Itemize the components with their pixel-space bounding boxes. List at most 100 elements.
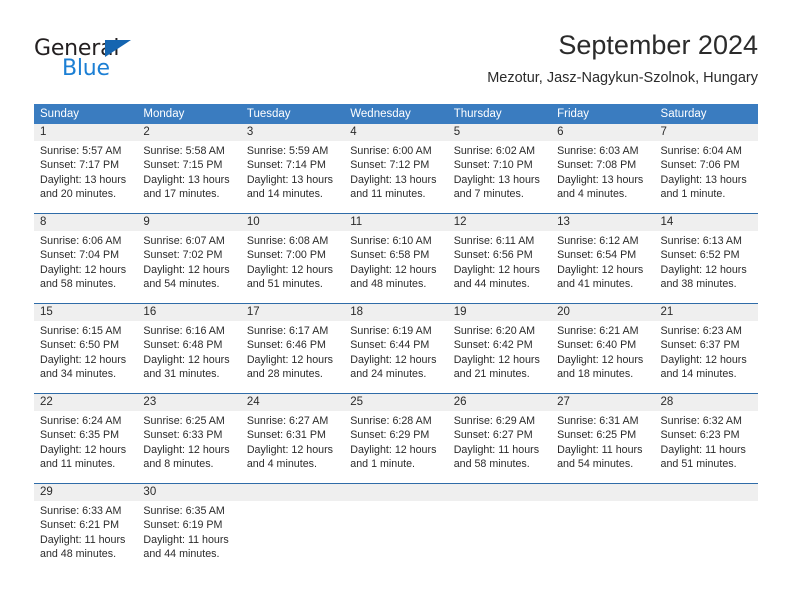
day-cell[interactable]: Sunrise: 6:27 AM Sunset: 6:31 PM Daylight:… (241, 411, 344, 482)
day-cell[interactable]: Sunrise: 6:19 AM Sunset: 6:44 PM Daylight:… (344, 321, 447, 392)
day-cell[interactable]: Sunrise: 6:07 AM Sunset: 7:02 PM Daylight:… (137, 231, 240, 302)
day-cell[interactable]: Sunrise: 6:21 AM Sunset: 6:40 PM Daylight:… (551, 321, 654, 392)
day-number[interactable]: 20 (551, 304, 654, 321)
day-number[interactable]: 1 (34, 124, 137, 141)
day-number[interactable]: 14 (655, 214, 758, 231)
day-cell[interactable]: Sunrise: 6:03 AM Sunset: 7:08 PM Daylight:… (551, 141, 654, 212)
day-cell[interactable]: Sunrise: 6:17 AM Sunset: 6:46 PM Daylight:… (241, 321, 344, 392)
day-number[interactable]: 21 (655, 304, 758, 321)
day-number-empty (551, 484, 654, 501)
day-cell[interactable]: Sunrise: 6:20 AM Sunset: 6:42 PM Daylight:… (448, 321, 551, 392)
day-number[interactable]: 30 (137, 484, 240, 501)
sunrise-text: Sunrise: 6:03 AM (557, 145, 639, 157)
sunrise-text: Sunrise: 6:07 AM (143, 235, 225, 247)
sunset-text: Sunset: 7:04 PM (40, 249, 120, 262)
day-cell[interactable]: Sunrise: 6:33 AM Sunset: 6:21 PM Daylight:… (34, 501, 137, 572)
day-cell[interactable]: Sunrise: 6:16 AM Sunset: 6:48 PM Daylight:… (137, 321, 240, 392)
sunset-text: Sunset: 6:40 PM (557, 339, 637, 352)
day-cell[interactable]: Sunrise: 6:24 AM Sunset: 6:35 PM Daylight:… (34, 411, 137, 482)
day-cell[interactable]: Sunrise: 6:06 AM Sunset: 7:04 PM Daylight:… (34, 231, 137, 302)
day-cell[interactable]: Sunrise: 6:31 AM Sunset: 6:25 PM Daylight:… (551, 411, 654, 482)
day-number[interactable]: 16 (137, 304, 240, 321)
day-number[interactable]: 24 (241, 394, 344, 411)
daylight-text-line1: Daylight: 11 hours (40, 533, 126, 546)
day-cell[interactable]: Sunrise: 5:58 AM Sunset: 7:15 PM Daylight:… (137, 141, 240, 212)
general-blue-logo: General Blue (34, 36, 214, 92)
sunrise-text: Sunrise: 6:16 AM (143, 325, 225, 337)
day-cell[interactable]: Sunrise: 6:02 AM Sunset: 7:10 PM Daylight:… (448, 141, 551, 212)
day-cell[interactable]: Sunrise: 6:00 AM Sunset: 7:12 PM Daylight:… (344, 141, 447, 212)
daylight-text-line2: and 44 minutes. (143, 548, 220, 561)
day-number[interactable]: 7 (655, 124, 758, 141)
title-block: September 2024 Mezotur, Jasz-Nagykun-Szo… (487, 28, 758, 89)
day-cell[interactable]: Sunrise: 6:15 AM Sunset: 6:50 PM Daylight:… (34, 321, 137, 392)
sunset-text: Sunset: 6:42 PM (453, 339, 533, 352)
day-number[interactable]: 13 (551, 214, 654, 231)
day-number[interactable]: 9 (137, 214, 240, 231)
day-cell[interactable]: Sunrise: 6:10 AM Sunset: 6:58 PM Daylight:… (344, 231, 447, 302)
day-number[interactable]: 12 (448, 214, 551, 231)
sunset-text: Sunset: 7:15 PM (143, 159, 223, 172)
day-number[interactable]: 3 (241, 124, 344, 141)
daylight-text-line2: and 14 minutes. (246, 188, 323, 201)
day-number[interactable]: 27 (551, 394, 654, 411)
sunrise-text: Sunrise: 6:10 AM (350, 235, 432, 247)
sunrise-text: Sunrise: 6:27 AM (246, 415, 329, 427)
daylight-text-line1: Daylight: 13 hours (350, 173, 437, 186)
sunset-text: Sunset: 6:54 PM (557, 249, 637, 262)
day-number[interactable]: 4 (344, 124, 447, 141)
day-cell[interactable]: Sunrise: 6:35 AM Sunset: 6:19 PM Daylight:… (137, 501, 240, 572)
day-cell[interactable]: Sunrise: 6:04 AM Sunset: 7:06 PM Daylight:… (655, 141, 758, 212)
day-cell[interactable]: Sunrise: 6:32 AM Sunset: 6:23 PM Daylight:… (655, 411, 758, 482)
sunset-text: Sunset: 7:02 PM (143, 249, 223, 262)
day-cell[interactable]: Sunrise: 5:59 AM Sunset: 7:14 PM Daylight:… (241, 141, 344, 212)
day-number[interactable]: 28 (655, 394, 758, 411)
sunset-text: Sunset: 6:23 PM (660, 429, 740, 442)
day-number[interactable]: 29 (34, 484, 137, 501)
day-number[interactable]: 15 (34, 304, 137, 321)
calendar-grid: Sunday Monday Tuesday Wednesday Thursday Frid… (34, 104, 758, 572)
day-number[interactable]: 26 (448, 394, 551, 411)
day-cell[interactable]: Sunrise: 6:28 AM Sunset: 6:29 PM Daylight:… (344, 411, 447, 482)
day-cell[interactable]: Sunrise: 6:11 AM Sunset: 6:56 PM Daylight:… (448, 231, 551, 302)
sunset-text: Sunset: 6:27 PM (453, 429, 533, 442)
daylight-text-line2: and 1 minute. (350, 458, 416, 471)
day-number[interactable]: 5 (448, 124, 551, 141)
daylight-text-line1: Daylight: 12 hours (143, 443, 230, 456)
day-number-empty (344, 484, 447, 501)
day-number[interactable]: 17 (241, 304, 344, 321)
sunset-text: Sunset: 6:48 PM (143, 339, 223, 352)
day-number[interactable]: 19 (448, 304, 551, 321)
daylight-text-line1: Daylight: 12 hours (40, 353, 127, 366)
day-number[interactable]: 8 (34, 214, 137, 231)
day-number[interactable]: 10 (241, 214, 344, 231)
day-number[interactable]: 11 (344, 214, 447, 231)
day-cell[interactable]: Sunrise: 6:25 AM Sunset: 6:33 PM Daylight:… (137, 411, 240, 482)
daylight-text-line2: and 51 minutes. (660, 458, 737, 471)
sunrise-text: Sunrise: 6:29 AM (453, 415, 536, 427)
day-cell[interactable]: Sunrise: 6:12 AM Sunset: 6:54 PM Daylight:… (551, 231, 654, 302)
day-number[interactable]: 22 (34, 394, 137, 411)
daylight-text-line1: Daylight: 13 hours (557, 173, 644, 186)
day-cell[interactable]: Sunrise: 6:13 AM Sunset: 6:52 PM Daylight:… (655, 231, 758, 302)
day-number[interactable]: 23 (137, 394, 240, 411)
day-cell[interactable]: Sunrise: 5:57 AM Sunset: 7:17 PM Daylight:… (34, 141, 137, 212)
weekday-header-friday: Friday (557, 108, 590, 120)
day-number[interactable]: 2 (137, 124, 240, 141)
daylight-text-line1: Daylight: 12 hours (660, 263, 747, 276)
day-number[interactable]: 25 (344, 394, 447, 411)
day-number[interactable]: 6 (551, 124, 654, 141)
day-number[interactable]: 18 (344, 304, 447, 321)
sunrise-text: Sunrise: 6:24 AM (40, 415, 122, 427)
day-cell[interactable]: Sunrise: 6:08 AM Sunset: 7:00 PM Daylight:… (241, 231, 344, 302)
sunrise-text: Sunrise: 6:00 AM (350, 145, 432, 157)
page-title: September 2024 (558, 30, 758, 60)
daylight-text-line1: Daylight: 12 hours (40, 443, 127, 456)
sunset-text: Sunset: 6:19 PM (143, 519, 223, 532)
day-cell[interactable]: Sunrise: 6:23 AM Sunset: 6:37 PM Daylight:… (655, 321, 758, 392)
daylight-text-line2: and 4 minutes. (246, 458, 317, 471)
day-cell[interactable]: Sunrise: 6:29 AM Sunset: 6:27 PM Daylight:… (448, 411, 551, 482)
sunrise-text: Sunrise: 6:08 AM (246, 235, 329, 247)
daylight-text-line1: Daylight: 13 hours (40, 173, 127, 186)
daylight-text-line1: Daylight: 13 hours (143, 173, 230, 186)
